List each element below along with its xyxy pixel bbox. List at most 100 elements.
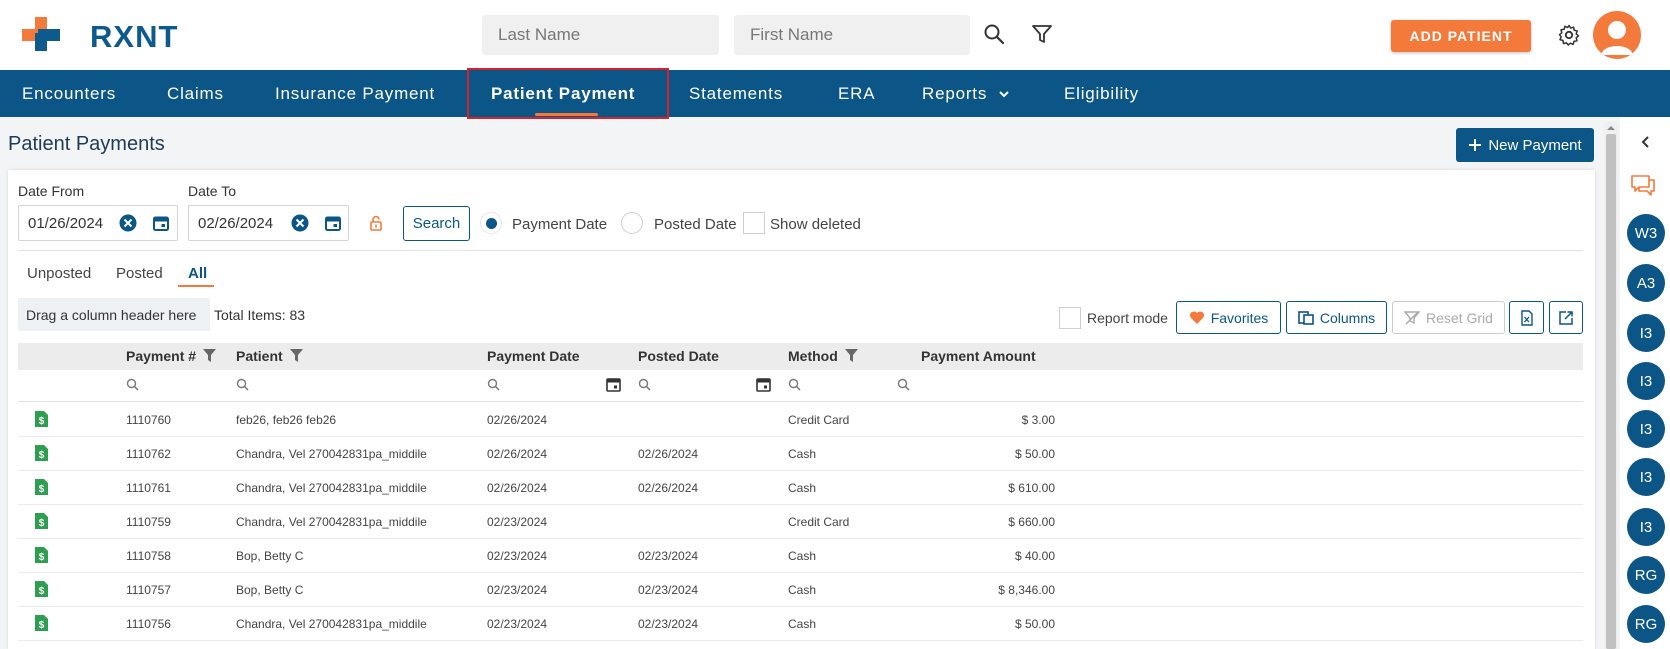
col-payment-amount[interactable]: Payment Amount: [921, 348, 1036, 364]
nav-insurance-payment[interactable]: Insurance Payment: [275, 70, 435, 117]
calendar-icon[interactable]: [756, 377, 771, 392]
group-drop-area[interactable]: Drag a column header here: [18, 298, 210, 331]
column-filter-icon[interactable]: [844, 349, 858, 362]
chat-user-bubble[interactable]: I3: [1627, 362, 1665, 400]
payment-document-icon[interactable]: $: [34, 478, 49, 496]
calendar-icon[interactable]: [153, 215, 169, 231]
unlock-icon[interactable]: [368, 215, 384, 231]
filter-search-icon[interactable]: [126, 378, 139, 391]
svg-text:$: $: [39, 552, 45, 563]
payment-number-cell: 1110759: [126, 515, 171, 529]
chat-user-bubble[interactable]: A3: [1627, 264, 1665, 302]
chevron-down-icon: [999, 90, 1009, 97]
method-cell: Cash: [788, 549, 817, 563]
payment-date-cell: 02/26/2024: [487, 447, 548, 461]
table-row[interactable]: $ 1110761 Chandra, Vel 270042831pa_middi…: [18, 471, 1583, 505]
reset-grid-button[interactable]: Reset Grid: [1392, 301, 1505, 334]
chat-user-bubble[interactable]: I3: [1627, 314, 1665, 352]
new-payment-button[interactable]: New Payment: [1456, 128, 1594, 162]
date-from-label: Date From: [18, 183, 85, 199]
table-row[interactable]: $ 1110756 Chandra, Vel 270042831pa_middi…: [18, 607, 1583, 641]
export-excel-button[interactable]: [1509, 301, 1544, 334]
export-button[interactable]: [1549, 301, 1583, 334]
table-row[interactable]: $ 1110757 Bop, Betty C 02/23/2024 02/23/…: [18, 573, 1583, 607]
column-filter-icon[interactable]: [289, 349, 303, 362]
search-icon[interactable]: [982, 22, 1006, 46]
col-patient[interactable]: Patient: [236, 348, 303, 364]
col-posted-date[interactable]: Posted Date: [638, 348, 719, 364]
col-method[interactable]: Method: [788, 348, 858, 364]
filter-search-icon[interactable]: [236, 378, 249, 391]
first-name-input[interactable]: [734, 15, 970, 55]
columns-icon: [1298, 310, 1314, 325]
clear-date-icon[interactable]: [119, 214, 137, 232]
nav-statements[interactable]: Statements: [689, 70, 783, 117]
chat-user-bubble[interactable]: I3: [1627, 508, 1665, 546]
scroll-thumb[interactable]: [1606, 134, 1616, 649]
date-to-field[interactable]: 02/26/2024: [188, 205, 349, 241]
payment-document-icon[interactable]: $: [34, 614, 49, 632]
chat-user-bubble[interactable]: W3: [1627, 214, 1665, 252]
scroll-up-arrow-icon[interactable]: [1606, 125, 1616, 131]
method-cell: Cash: [788, 481, 817, 495]
calendar-icon[interactable]: [606, 377, 621, 392]
payment-date-radio[interactable]: [480, 212, 502, 234]
patient-cell: Chandra, Vel 270042831pa_middile: [236, 481, 427, 495]
nav-eligibility[interactable]: Eligibility: [1064, 70, 1139, 117]
settings-gear-icon[interactable]: [1557, 23, 1581, 47]
filter-search-icon[interactable]: [788, 378, 801, 391]
tab-posted[interactable]: Posted: [116, 265, 163, 282]
tab-all[interactable]: All: [188, 265, 207, 282]
payment-document-icon[interactable]: $: [34, 444, 49, 462]
nav-reports[interactable]: Reports: [922, 70, 1011, 117]
filter-icon[interactable]: [1030, 22, 1054, 46]
page-scrollbar[interactable]: [1604, 122, 1618, 649]
chat-icon[interactable]: [1630, 173, 1656, 197]
nav-claims[interactable]: Claims: [167, 70, 224, 117]
search-button[interactable]: Search: [403, 206, 470, 241]
favorites-label: Favorites: [1210, 309, 1269, 326]
favorites-button[interactable]: Favorites: [1176, 301, 1281, 334]
filter-search-icon[interactable]: [487, 378, 500, 391]
chat-user-bubble[interactable]: I3: [1627, 410, 1665, 448]
posted-date-radio[interactable]: [621, 212, 643, 234]
date-from-field[interactable]: 01/26/2024: [18, 205, 178, 241]
payment-document-icon[interactable]: $: [34, 512, 49, 530]
chat-user-bubble[interactable]: I3: [1627, 458, 1665, 496]
svg-text:$: $: [39, 416, 45, 427]
user-avatar[interactable]: [1593, 11, 1641, 59]
collapse-chevron-left-icon[interactable]: [1639, 135, 1653, 149]
calendar-icon[interactable]: [325, 215, 341, 231]
table-row[interactable]: $ 1110760 feb26, feb26 feb26 02/26/2024 …: [18, 403, 1583, 437]
table-row[interactable]: $ 1110759 Chandra, Vel 270042831pa_middi…: [18, 505, 1583, 539]
tab-unposted[interactable]: Unposted: [27, 265, 91, 282]
nav-encounters[interactable]: Encounters: [22, 70, 116, 117]
filter-divider: [18, 250, 1583, 251]
payment-number-cell: 1110761: [126, 481, 171, 495]
rxnt-logo[interactable]: RXNT: [22, 17, 177, 57]
table-row[interactable]: $ 1110762 Chandra, Vel 270042831pa_middi…: [18, 437, 1583, 471]
patient-cell: Bop, Betty C: [236, 549, 304, 563]
col-payment-number[interactable]: Payment #: [126, 348, 216, 364]
filter-search-icon[interactable]: [897, 378, 910, 391]
filter-search-icon[interactable]: [638, 378, 651, 391]
nav-era[interactable]: ERA: [838, 70, 875, 117]
col-payment-date[interactable]: Payment Date: [487, 348, 580, 364]
column-filter-icon[interactable]: [202, 349, 216, 362]
show-deleted-checkbox[interactable]: [743, 212, 765, 234]
export-icon: [1559, 310, 1573, 325]
columns-button[interactable]: Columns: [1286, 301, 1387, 334]
payment-document-icon[interactable]: $: [34, 410, 49, 428]
table-row[interactable]: $ 1110758 Bop, Betty C 02/23/2024 02/23/…: [18, 539, 1583, 573]
payment-date-cell: 02/23/2024: [487, 549, 548, 563]
report-mode-checkbox[interactable]: [1059, 307, 1081, 329]
chat-user-bubble[interactable]: RG: [1627, 605, 1665, 643]
clear-date-icon[interactable]: [291, 214, 309, 232]
payment-document-icon[interactable]: $: [34, 546, 49, 564]
last-name-input[interactable]: [482, 15, 719, 55]
add-patient-button[interactable]: ADD PATIENT: [1391, 20, 1531, 52]
posted-date-cell: 02/23/2024: [638, 549, 699, 563]
payment-document-icon[interactable]: $: [34, 580, 49, 598]
patient-cell: Chandra, Vel 270042831pa_middile: [236, 617, 427, 631]
chat-user-bubble[interactable]: RG: [1627, 556, 1665, 594]
